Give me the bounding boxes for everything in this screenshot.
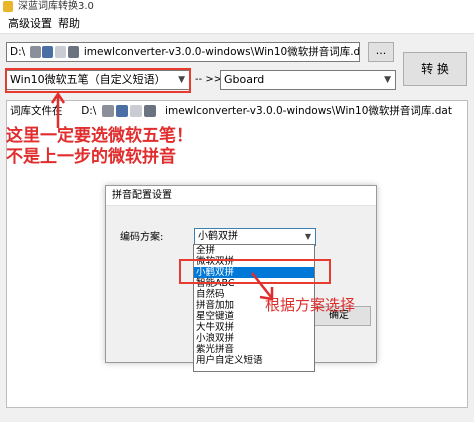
- menu-advanced-settings[interactable]: 高级设置: [8, 17, 52, 31]
- scheme-label: 编码方案:: [120, 232, 164, 243]
- scheme-select-value: 小鹤双拼: [198, 231, 238, 242]
- app-icon: [3, 1, 13, 12]
- scheme-option[interactable]: 小浪双拼: [194, 333, 314, 344]
- scheme-option[interactable]: 全拼: [194, 245, 314, 256]
- target-format-value: Gboard: [224, 73, 265, 86]
- file-path-input[interactable]: D:\ imewlconverter-v3.0.0-windows\Win10微…: [6, 42, 360, 62]
- blurred-path-icons: [29, 45, 81, 59]
- window-title: 深蓝词库转换3.0: [18, 1, 94, 12]
- menu-help[interactable]: 帮助: [58, 17, 80, 31]
- app-window: 深蓝词库转换3.0 高级设置 帮助 D:\ imewlconverter-v3.…: [0, 0, 474, 422]
- convert-button[interactable]: 转 换: [403, 52, 467, 86]
- chevron-down-icon: ▼: [304, 232, 311, 241]
- output-drive: D:\: [81, 105, 97, 117]
- scheme-option[interactable]: 紫光拼音: [194, 344, 314, 355]
- browse-button[interactable]: ...: [368, 42, 394, 62]
- dialog-title-bar: 拼音配置设置: [106, 186, 376, 206]
- conversion-arrow-label: -- >>: [195, 74, 223, 85]
- output-path: imewlconverter-v3.0.0-windows\Win10微软拼音词…: [165, 105, 452, 117]
- annotation-arrow-up-icon: [50, 91, 66, 128]
- menu-bar: 高级设置 帮助: [0, 14, 474, 34]
- annotation-select-wubi: 这里一定要选微软五笔！不是上一步的微软拼音: [6, 126, 193, 167]
- scheme-option[interactable]: 用户自定义短语: [194, 355, 314, 366]
- highlight-box-source: [5, 68, 191, 93]
- blurred-output-icons: [100, 104, 162, 118]
- annotation-choose-by-scheme: 根据方案选择: [265, 296, 356, 314]
- chevron-down-icon: ▼: [384, 75, 391, 85]
- path-drive: D:\: [10, 46, 26, 58]
- scheme-option[interactable]: 大牛双拼: [194, 322, 314, 333]
- title-bar: 深蓝词库转换3.0: [0, 0, 474, 14]
- path-value: imewlconverter-v3.0.0-windows\Win10微软拼音词…: [83, 46, 360, 58]
- dialog-title: 拼音配置设置: [112, 190, 172, 201]
- target-format-select[interactable]: Gboard ▼: [220, 70, 396, 90]
